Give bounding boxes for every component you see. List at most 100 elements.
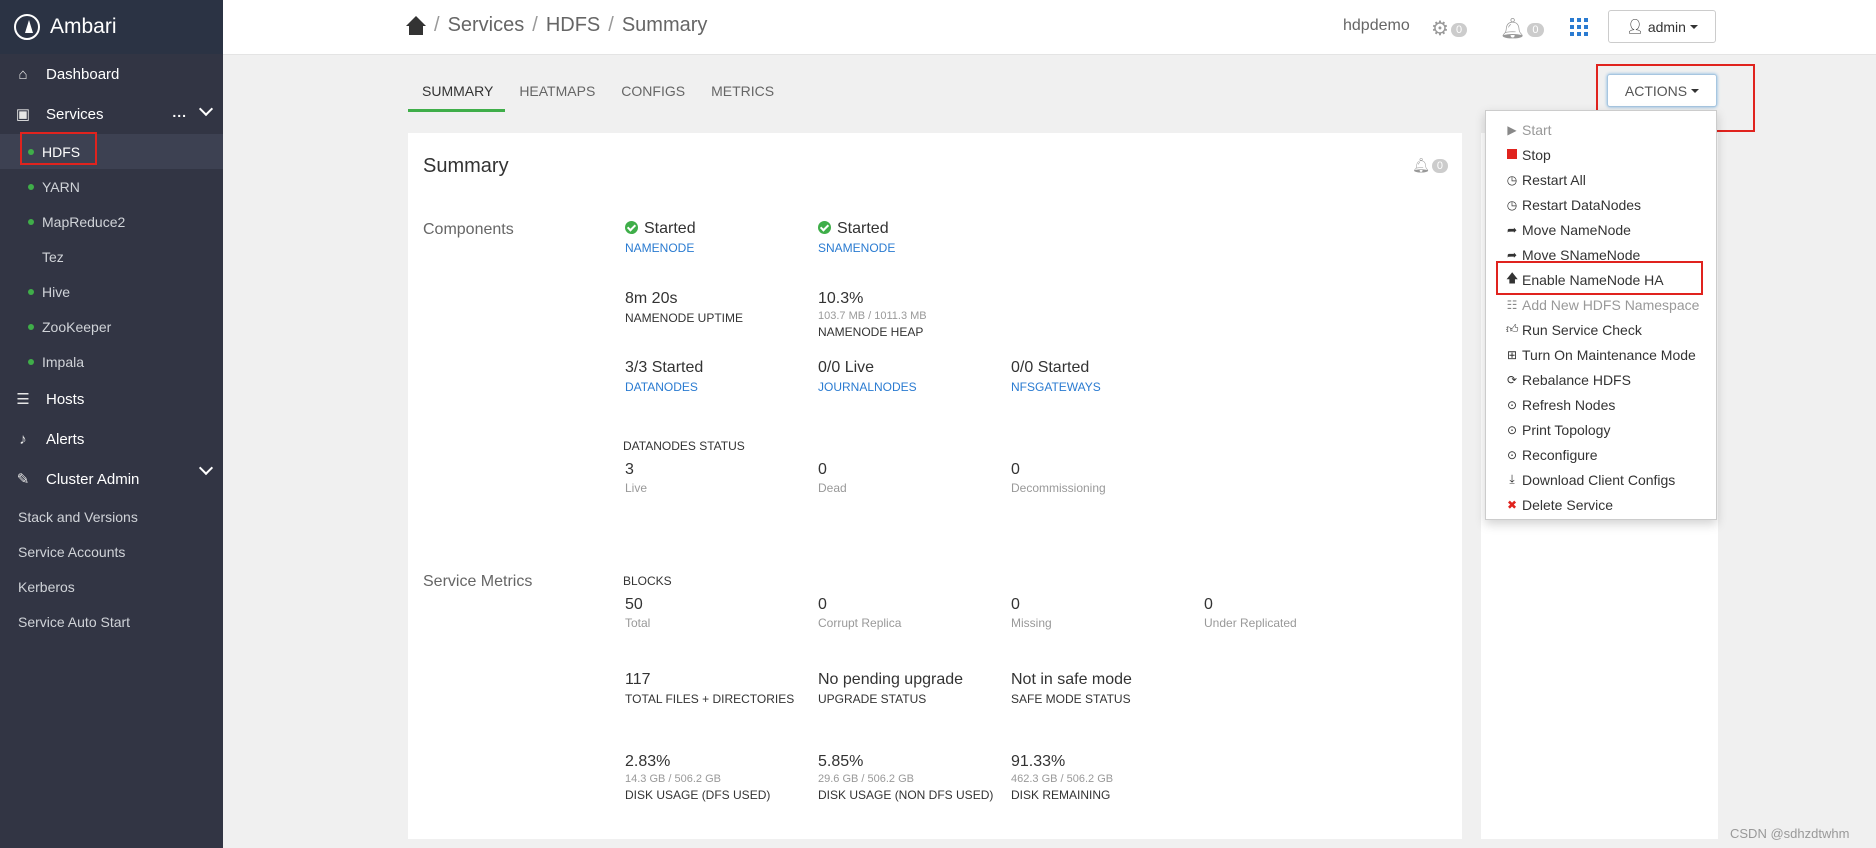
action-refresh-nodes[interactable]: ⊙ Refresh Nodes [1486,392,1716,417]
heap-detail: 103.7 MB / 1011.3 MB [818,310,927,322]
sidebar-item-label: Cluster Admin [46,470,140,488]
action-turn-on-maintenance-mode[interactable]: ⊞ Turn On Maintenance Mode [1486,342,1716,367]
sidebar-admin-item[interactable]: Stack and Versions [0,499,223,534]
action-reconfigure[interactable]: ⊙ Reconfigure [1486,442,1716,467]
journalnodes-cell: 0/0 Live JOURNALNODES [818,359,917,394]
summary-alerts[interactable]: 🔔︎ 0 [1412,157,1448,174]
background-ops-button[interactable]: ⚙ 0 [1431,16,1468,41]
heap-value: 10.3% [818,290,864,307]
tab-metrics[interactable]: METRICS [697,78,786,112]
sidebar-service-hive[interactable]: Hive [0,274,223,309]
blocks-under-value: 0 [1204,596,1213,613]
non-dfs-used-cell: 5.85% 29.6 GB / 506.2 GB DISK USAGE (NON… [818,753,993,802]
summary-card: Summary 🔔︎ 0 Components Started NAMENODE … [408,133,1462,839]
sidebar-admin-item[interactable]: Kerberos [0,569,223,604]
share-icon: ➦ [1506,247,1518,262]
disk-remaining-label: DISK REMAINING [1011,788,1111,802]
non-dfs-used-detail: 29.6 GB / 506.2 GB [818,773,915,785]
chevron-down-icon[interactable] [198,460,214,476]
action-delete-service[interactable]: ✖ Delete Service [1486,492,1716,517]
sidebar-item-alerts[interactable]: ♪ Alerts [0,419,223,459]
action-rebalance-hdfs[interactable]: ⟳ Rebalance HDFS [1486,367,1716,392]
app-logo[interactable]: Ambari [0,0,223,54]
action-stop[interactable]: Stop [1486,142,1716,167]
action-download-client-configs[interactable]: ⤓ Download Client Configs [1486,467,1716,492]
home-icon[interactable] [406,15,426,36]
user-menu-button[interactable]: 👤︎ admin [1608,10,1716,43]
service-metrics-label: Service Metrics [423,573,533,590]
tab-heatmaps[interactable]: HEATMAPS [505,78,607,112]
nfsgateways-cell: 0/0 Started NFSGATEWAYS [1011,359,1101,394]
sidebar-item-cluster-admin[interactable]: ✎ Cluster Admin [0,459,223,499]
sidebar-item-dashboard[interactable]: ⌂ Dashboard [0,54,223,94]
datanodes-link[interactable]: DATANODES [625,380,703,394]
safe-mode-value: Not in safe mode [1011,671,1132,688]
services-more-button[interactable]: ... [172,104,187,120]
actions-dropdown: ▶ Start Stop ◷ Restart All ◷ Restart DataNodes… [1485,110,1717,520]
action-print-topology[interactable]: ⊙ Print Topology [1486,417,1716,442]
action-label: Print Topology [1522,421,1611,438]
action-restart-all[interactable]: ◷ Restart All [1486,167,1716,192]
dfs-used-value: 2.83% [625,753,671,770]
server-icon: ☰ [16,391,30,408]
sidebar-item-label: Tez [42,248,64,265]
nfsgateways-link[interactable]: NFSGATEWAYS [1011,380,1101,394]
status-dot-icon [28,358,34,365]
action-label: Download Client Configs [1522,471,1676,488]
alerts-count-badge: 0 [1527,22,1544,37]
bell-icon: 🔔︎ [1412,157,1430,173]
stop-icon [1506,148,1518,162]
briefcase-icon: ▣ [15,106,31,123]
views-grid-icon[interactable] [1570,18,1588,36]
action-start[interactable]: ▶ Start [1486,117,1716,142]
tab-summary[interactable]: SUMMARY [408,78,506,112]
sidebar-item-label: Impala [42,353,85,370]
service-list: HDFS YARN MapReduce2 Tez Hive ZooKeeper Impala [0,134,223,379]
sidebar-admin-item[interactable]: Service Accounts [0,534,223,569]
dn-decom-label: Decommissioning [1011,481,1106,495]
action-label: Stop [1522,146,1551,163]
namenode-cell: Started NAMENODE [625,220,696,255]
journalnodes-link[interactable]: JOURNALNODES [818,380,917,394]
datanodes-value: 3/3 Started [625,359,704,376]
status-dot-icon [28,288,34,295]
action-move-namenode[interactable]: ➦ Move NameNode [1486,217,1716,242]
dfs-used-detail: 14.3 GB / 506.2 GB [625,773,722,785]
dn-live-label: Live [625,481,648,495]
blocks-total-label: Total [625,616,651,630]
blocks-corrupt-label: Corrupt Replica [818,616,902,630]
sidebar-service-impala[interactable]: Impala [0,344,223,379]
uptime-cell: 8m 20s NAMENODE UPTIME [625,290,743,325]
chevron-down-icon[interactable] [198,101,214,117]
sidebar-item-hosts[interactable]: ☰ Hosts [0,379,223,419]
non-dfs-used-value: 5.85% [818,753,864,770]
tab-configs[interactable]: CONFIGS [607,78,697,112]
clock-icon: ◷ [1506,197,1518,212]
action-restart-datanodes[interactable]: ◷ Restart DataNodes [1486,192,1716,217]
status-dot-icon [28,183,34,190]
sidebar-service-mapreduce2[interactable]: MapReduce2 [0,204,223,239]
alerts-button[interactable]: 🔔︎ 0 [1500,16,1544,41]
dn-dead-value: 0 [818,461,827,478]
sidebar-item-label: Dashboard [46,65,120,83]
sidebar-item-services[interactable]: ▣ Services ... [0,94,223,134]
share-icon: ➦ [1506,222,1518,237]
breadcrumb-separator: / [434,14,440,36]
action-add-new-hdfs-namespace[interactable]: ☷ Add New HDFS Namespace [1486,292,1716,317]
upgrade-cell: No pending upgrade UPGRADE STATUS [818,671,963,706]
sidebar-service-tez[interactable]: Tez [0,239,223,274]
sidebar-service-zookeeper[interactable]: ZooKeeper [0,309,223,344]
sidebar-item-label: YARN [42,178,80,195]
action-run-service-check[interactable]: 👍︎ Run Service Check [1486,317,1716,342]
snamenode-link[interactable]: SNAMENODE [818,241,895,255]
sidebar-admin-item[interactable]: Service Auto Start [0,604,223,639]
snamenode-cell: Started SNAMENODE [818,220,895,255]
action-label: Add New HDFS Namespace [1522,296,1700,313]
breadcrumb-services[interactable]: Services [448,14,525,37]
namenode-link[interactable]: NAMENODE [625,241,696,255]
sidebar-item-label: Alerts [46,430,85,448]
breadcrumb-hdfs[interactable]: HDFS [546,14,600,37]
nfsgateways-value: 0/0 Started [1011,359,1090,376]
sidebar-service-yarn[interactable]: YARN [0,169,223,204]
user-name: admin [1647,18,1686,35]
